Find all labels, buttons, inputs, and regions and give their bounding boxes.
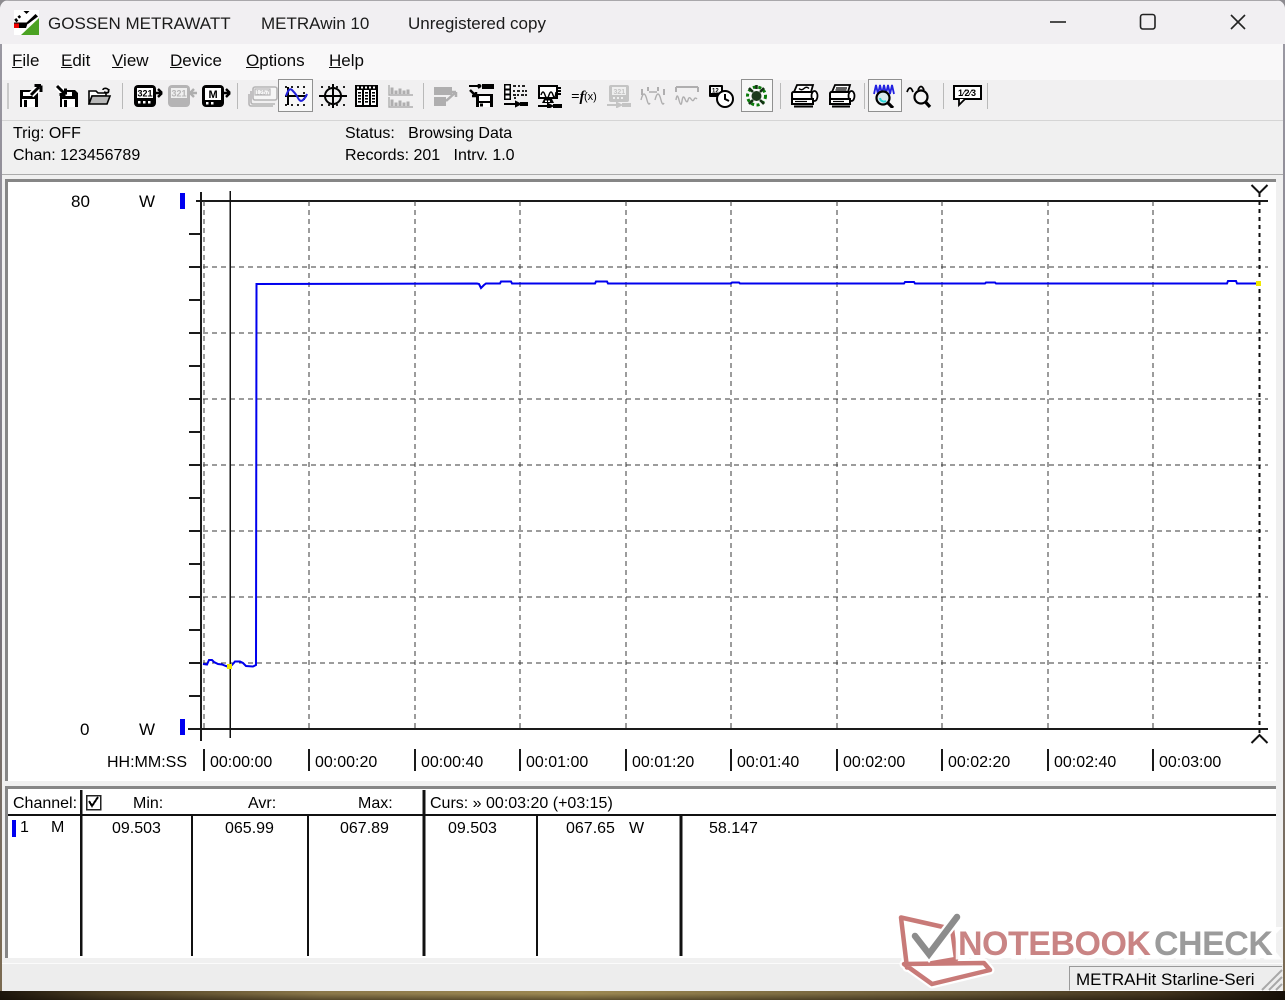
svg-text:CHECK: CHECK (1154, 925, 1273, 963)
svg-text:NOTEBOOK: NOTEBOOK (958, 925, 1151, 963)
